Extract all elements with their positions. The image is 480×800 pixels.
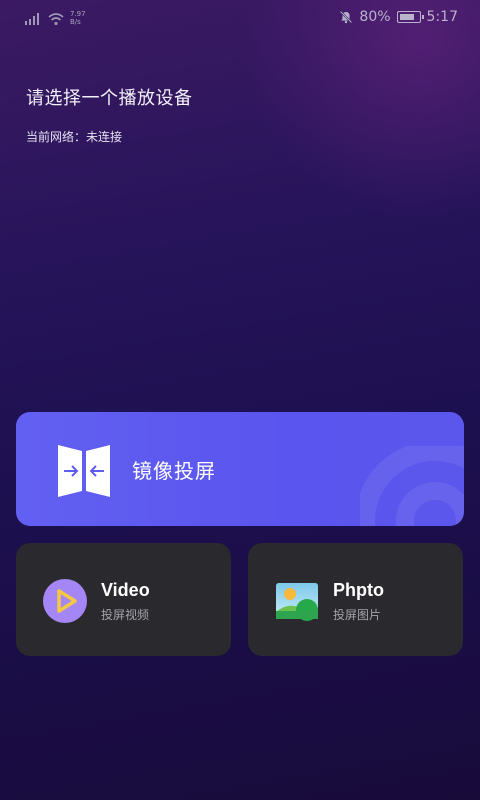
bell-muted-icon xyxy=(340,10,353,24)
play-icon xyxy=(43,579,87,623)
video-title: Video xyxy=(101,580,150,600)
screen: 7.97 B/s 80% 5:17 请选择一个播放设备 当前网络：未连接 镜像投… xyxy=(0,0,480,800)
photo-cast-button[interactable]: Phpto 投屏图片 xyxy=(248,543,463,656)
screen-mirror-label: 镜像投屏 xyxy=(132,459,216,483)
network-status: 当前网络：未连接 xyxy=(26,130,123,144)
video-cast-button[interactable]: Video 投屏视频 xyxy=(16,543,231,656)
photo-subtitle: 投屏图片 xyxy=(333,608,382,622)
decorative-rings xyxy=(360,446,464,526)
net-speed-value: 7.97 xyxy=(70,10,86,18)
image-icon xyxy=(276,583,318,621)
status-bar-left: 7.97 B/s xyxy=(24,10,86,26)
page-title: 请选择一个播放设备 xyxy=(26,88,193,109)
status-bar: 7.97 B/s 80% 5:17 xyxy=(0,0,480,36)
screen-mirror-button[interactable]: 镜像投屏 xyxy=(16,412,464,526)
battery-percent: 80% xyxy=(359,9,391,25)
clock: 5:17 xyxy=(426,9,458,25)
status-bar-right: 80% 5:17 xyxy=(339,9,458,25)
battery-icon xyxy=(396,11,424,23)
photo-title: Phpto xyxy=(333,580,384,600)
screen-mirror-icon xyxy=(58,445,110,497)
net-speed-unit: B/s xyxy=(70,18,81,26)
signal-icon xyxy=(25,13,39,25)
video-subtitle: 投屏视频 xyxy=(101,608,150,622)
wifi-icon xyxy=(48,13,64,26)
net-speed: 7.97 B/s xyxy=(70,10,86,26)
